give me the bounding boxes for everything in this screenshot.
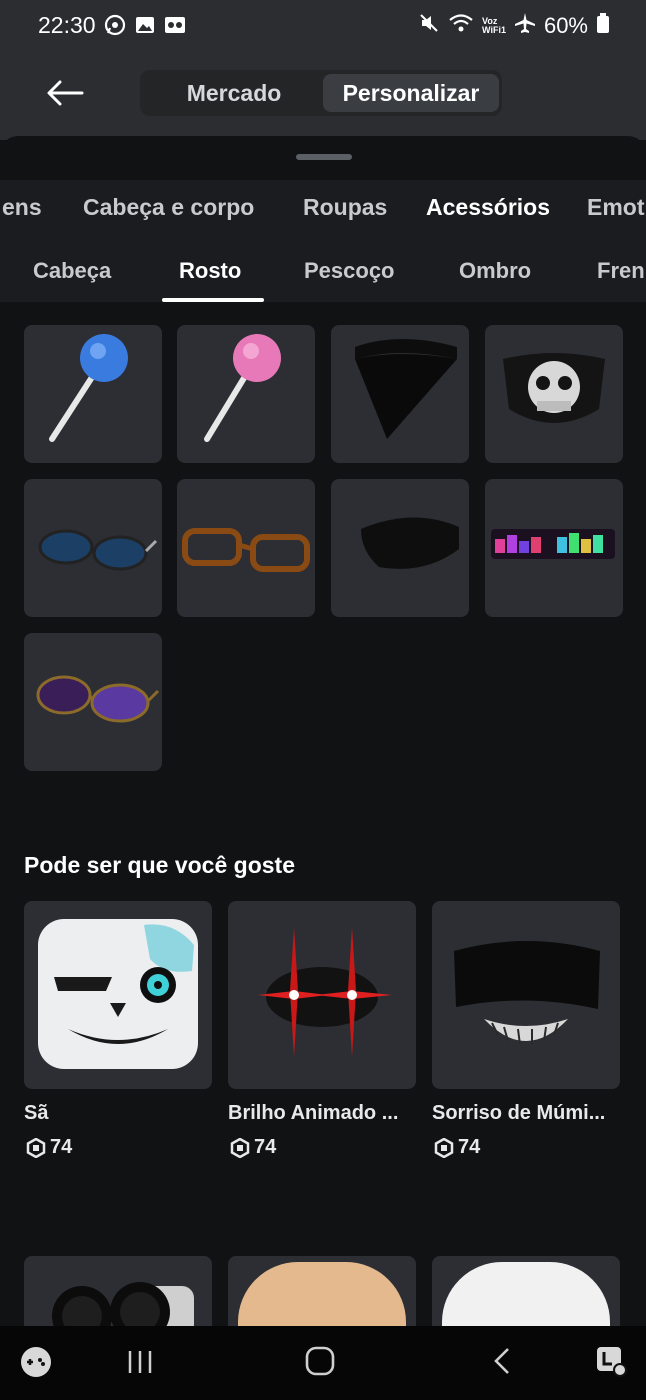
skull-mask-icon [503,353,605,423]
inventory-item[interactable] [331,325,469,463]
tab-personalizar[interactable]: Personalizar [323,74,499,112]
back-arrow-icon[interactable] [44,76,86,110]
category-tabs: ens Cabeça e corpo Roupas Acessórios Emo… [0,180,646,238]
status-time: 22:30 [38,12,96,38]
back-icon[interactable] [490,1346,514,1381]
status-bar: 22:30 Voz WiFi1 60% [0,0,646,52]
robux-icon [26,1137,46,1158]
mummy-smile-icon [454,941,600,1046]
mute-icon [418,12,440,40]
subcategory-tabs: Cabeça Rosto Pescoço Ombro Fren [0,238,646,302]
blue-lollipop-icon [49,334,128,442]
tab-sub-frente[interactable]: Fren [597,258,645,284]
purple-sunglasses-icon [36,675,160,723]
avatar-editor-sheet: ens Cabeça e corpo Roupas Acessórios Emo… [0,136,646,1326]
active-tab-indicator [162,298,264,302]
recommendation-price: 74 [26,1136,72,1159]
red-glow-eyes-icon [258,927,392,1057]
wifi-calling-label: Voz WiFi1 [482,16,506,35]
tab-category-emotes[interactable]: Emot [587,194,645,221]
recommendations-title: Pode ser que você goste [24,852,295,878]
drag-handle[interactable] [296,154,352,160]
status-left-icons [104,14,186,36]
inventory-item[interactable] [331,479,469,617]
recommendation-card[interactable] [24,901,212,1089]
recent-apps-icon[interactable] [126,1348,154,1381]
brown-glasses-icon [182,528,310,572]
pink-lollipop-icon [204,334,281,442]
system-nav-bar [0,1326,646,1400]
wifi-icon [448,12,474,40]
assistant-icon[interactable] [594,1344,628,1383]
inventory-item[interactable] [485,479,623,617]
airplane-icon [514,12,536,40]
sans-head-icon [38,919,198,1069]
recommendation-card[interactable] [432,901,620,1089]
inventory-item[interactable] [24,325,162,463]
tab-sub-rosto[interactable]: Rosto [179,258,241,284]
tab-sub-cabeca[interactable]: Cabeça [33,258,111,284]
goggles-icon [52,1282,194,1326]
led-shades-icon [491,529,615,559]
tab-category-head-body[interactable]: Cabeça e corpo [83,194,254,221]
inventory-item[interactable] [24,633,162,771]
recommendation-price: 74 [230,1136,276,1159]
tab-category-clothing[interactable]: Roupas [303,194,387,221]
robux-icon [434,1137,454,1158]
recommendation-price: 74 [434,1136,480,1159]
gallery-icon [134,14,156,36]
tan-head-icon [238,1262,406,1326]
tab-sub-ombro[interactable]: Ombro [459,258,531,284]
recommendation-card[interactable] [228,901,416,1089]
recommendation-card[interactable] [24,1256,212,1326]
inventory-item[interactable] [485,325,623,463]
black-eyepatch-icon [361,517,459,569]
recommendation-card[interactable] [228,1256,416,1326]
battery-percent: 60% [543,13,588,38]
tab-sub-pescoco[interactable]: Pescoço [304,258,395,284]
recommendation-name[interactable]: Brilho Animado ... [228,1102,418,1125]
tab-category-accessories[interactable]: Acessórios [426,194,550,221]
inventory-item[interactable] [24,479,162,617]
tab-mercado[interactable]: Mercado [162,74,306,112]
black-bandana-icon [355,339,457,439]
recommendation-name[interactable]: Sã [24,1102,214,1125]
inventory-item[interactable] [177,325,315,463]
blue-sunglasses-icon [38,529,158,571]
voicemail-icon [164,14,186,36]
battery-icon [596,12,610,40]
robux-icon [230,1137,250,1158]
whatsapp-icon [104,14,126,36]
white-head-icon [442,1262,610,1326]
game-launcher-icon[interactable] [20,1346,52,1383]
app-header: 22:30 Voz WiFi1 60% Mercado Personalizar [0,0,646,140]
recommendation-card[interactable] [432,1256,620,1326]
tab-category-items[interactable]: ens [2,194,42,221]
status-right: Voz WiFi1 60% [418,12,610,40]
inventory-item[interactable] [177,479,315,617]
recommendation-name[interactable]: Sorriso de Múmi... [432,1102,622,1125]
header-tabs: Mercado Personalizar [140,70,502,116]
home-icon[interactable] [305,1346,335,1381]
